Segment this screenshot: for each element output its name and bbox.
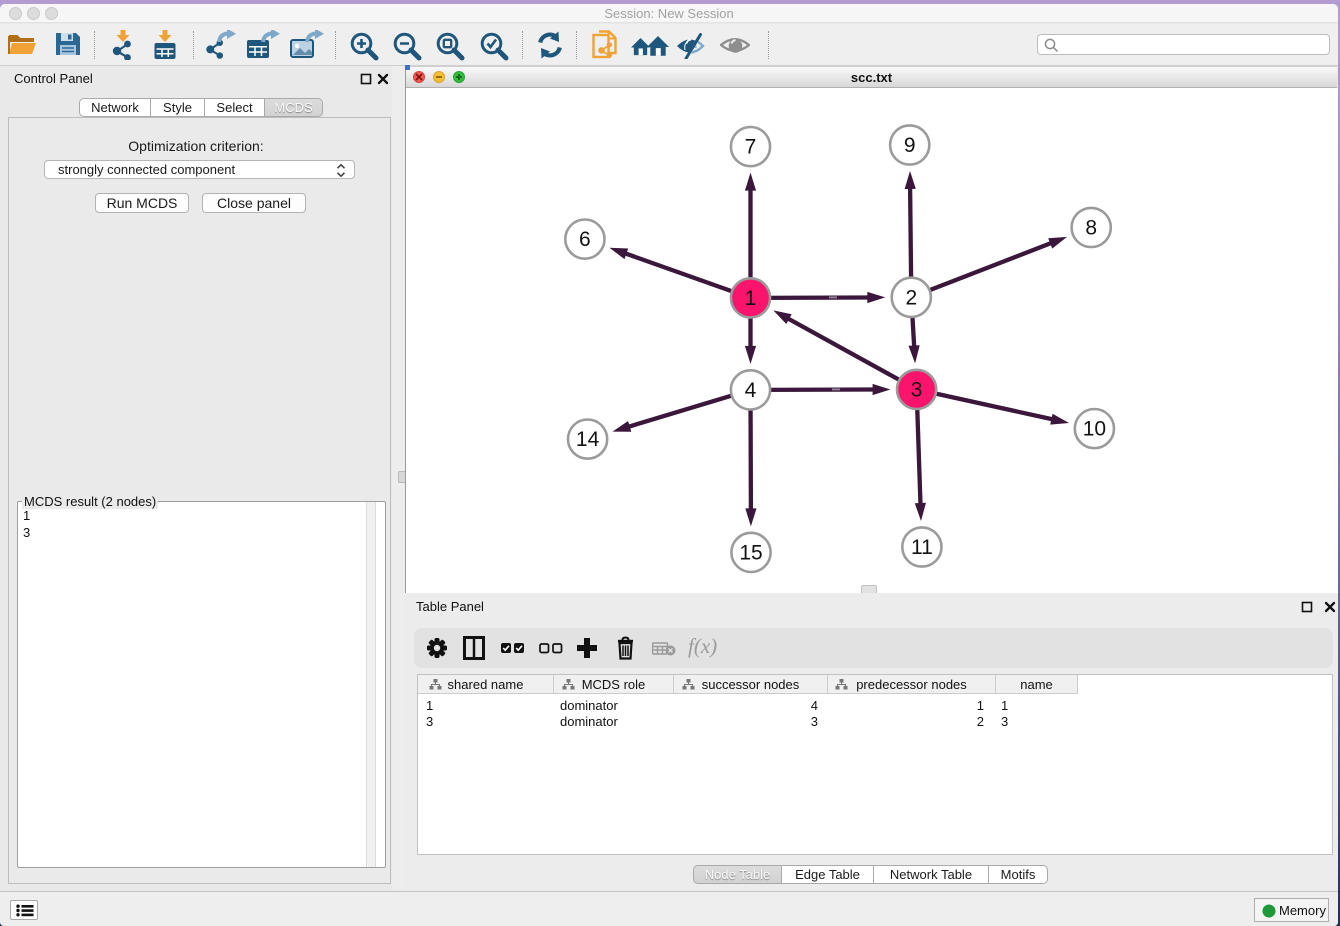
svg-text:2: 2 [905,286,917,309]
svg-text:14: 14 [576,428,600,451]
svg-text:1: 1 [745,287,757,310]
svg-text:6: 6 [579,228,591,251]
svg-text:15: 15 [739,541,762,564]
svg-text:11: 11 [911,536,933,559]
svg-text:7: 7 [745,136,757,159]
svg-text:9: 9 [904,134,916,157]
svg-text:4: 4 [745,379,757,402]
svg-text:3: 3 [911,378,923,401]
svg-text:8: 8 [1085,217,1097,240]
svg-text:10: 10 [1083,418,1106,441]
